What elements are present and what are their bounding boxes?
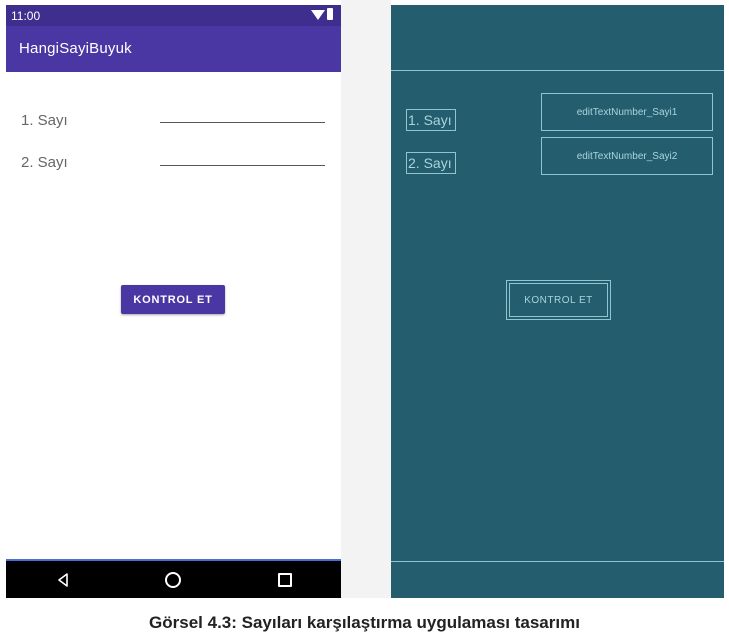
blueprint-label-sayi1-text: 1. Sayı [408,112,452,128]
blueprint-preview: 1. Sayı editTextNumber_Sayi1 2. Sayı edi… [391,5,724,598]
blueprint-edit-sayi1[interactable]: editTextNumber_Sayi1 [541,93,713,131]
app-content: 1. Sayı 2. Sayı KONTROL ET [6,72,341,559]
kontrol-et-button[interactable]: KONTROL ET [121,285,225,314]
blueprint-kontrol-et-button[interactable]: KONTROL ET [506,280,611,320]
preview-gutter [341,0,391,598]
battery-icon [327,8,333,20]
app-title: HangiSayiBuyuk [19,40,132,57]
blueprint-edit-sayi2[interactable]: editTextNumber_Sayi2 [541,137,713,175]
blueprint-label-sayi1[interactable]: 1. Sayı [406,109,456,131]
blueprint-label-sayi2-text: 2. Sayı [408,155,452,171]
blueprint-appbar-boundary [391,70,724,71]
figure-caption: Görsel 4.3: Sayıları karşılaştırma uygul… [149,613,580,632]
blueprint-button-inner: KONTROL ET [509,283,608,317]
blueprint-navbar-boundary [391,561,724,562]
blueprint-edit-sayi2-id: editTextNumber_Sayi2 [576,150,678,162]
blueprint-button-label: KONTROL ET [524,294,593,306]
blueprint-label-sayi2[interactable]: 2. Sayı [406,152,456,174]
back-icon[interactable] [56,573,70,587]
label-sayi2: 2. Sayı [21,154,68,171]
blueprint-edit-sayi1-id: editTextNumber_Sayi1 [576,106,678,118]
status-time: 11:00 [11,9,41,23]
label-sayi1: 1. Sayı [21,112,68,129]
home-icon[interactable] [165,572,181,588]
phone-preview: 11:00 HangiSayiBuyuk 1. Sayı 2. Sayı KON… [6,5,341,598]
navigation-bar [6,559,341,598]
edit-text-sayi1[interactable] [160,122,325,123]
status-icons [311,8,335,22]
wifi-icon [311,10,325,20]
edit-text-sayi2[interactable] [160,165,325,166]
status-bar: 11:00 [6,5,341,26]
recents-icon[interactable] [278,573,292,587]
app-bar: HangiSayiBuyuk [6,26,341,72]
nav-bar-divider [6,559,341,561]
